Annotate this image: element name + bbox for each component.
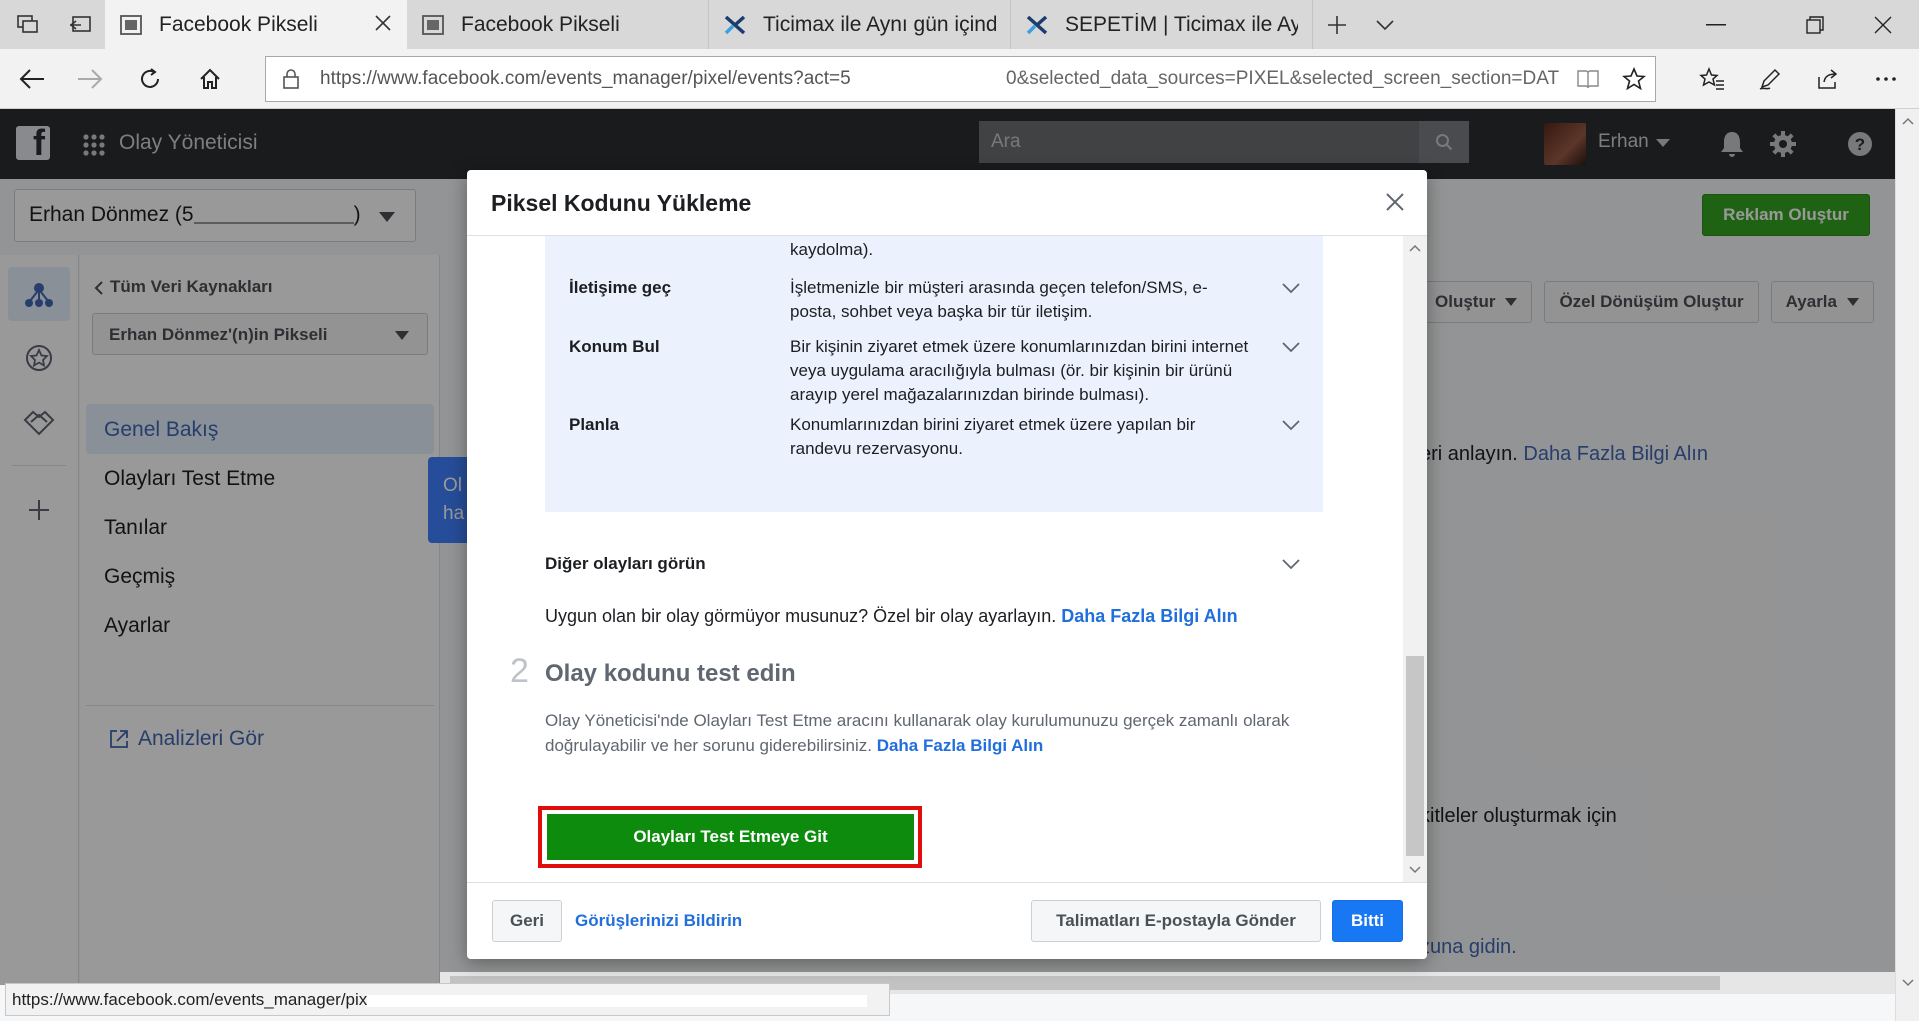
- refresh-icon[interactable]: [130, 59, 170, 99]
- event-name: Konum Bul: [569, 337, 660, 356]
- favorites-hub-icon[interactable]: [1692, 59, 1732, 99]
- chevron-down-icon[interactable]: [1279, 413, 1303, 437]
- chevron-down-icon[interactable]: [1279, 552, 1303, 576]
- step-learn-more-link[interactable]: Daha Fazla Bilgi Alın: [877, 736, 1044, 755]
- scroll-down-icon[interactable]: [1902, 979, 1914, 987]
- back-arrow-icon[interactable]: [12, 59, 52, 99]
- dialog-scrollbar[interactable]: [1403, 236, 1427, 882]
- event-desc: Konumlarınızdan birini ziyaret etmek üze…: [790, 415, 1196, 458]
- tab-list-chevron-icon[interactable]: [1361, 0, 1409, 49]
- event-desc: Bir kişinin ziyaret etmek üzere konumlar…: [790, 337, 1249, 404]
- pixel-install-dialog: Piksel Kodunu Yükleme kaydolma). İletişi…: [467, 170, 1427, 959]
- more-menu-icon[interactable]: [1866, 59, 1906, 99]
- email-instructions-button[interactable]: Talimatları E-postayla Gönder: [1031, 900, 1321, 942]
- page-favicon-icon: [421, 13, 445, 37]
- browser-address-bar: https://www.facebook.com/events_manager/…: [0, 49, 1919, 109]
- new-tab-icon[interactable]: [1313, 0, 1361, 49]
- favorite-star-icon[interactable]: [1622, 67, 1646, 91]
- close-window-icon[interactable]: [1846, 0, 1919, 49]
- redacted-url: [367, 994, 868, 1007]
- pen-notes-icon[interactable]: [1750, 59, 1790, 99]
- lock-icon: [282, 68, 300, 90]
- event-desc: İşletmenizle bir müşteri arasında geçen …: [790, 278, 1208, 321]
- tab-title: Ticimax ile Aynı gün içinde e: [763, 12, 996, 36]
- dialog-footer: Geri Görüşlerinizi Bildirin Talimatları …: [467, 882, 1427, 959]
- home-icon[interactable]: [190, 59, 230, 99]
- event-name: Planla: [569, 415, 620, 434]
- browser-tab-bar: Facebook Pikseli Facebook Pikseli Ticima…: [0, 0, 1919, 49]
- tab-title: Facebook Pikseli: [159, 12, 318, 36]
- status-bar-url: https://www.facebook.com/events_manager/…: [5, 983, 890, 1016]
- done-button[interactable]: Bitti: [1332, 900, 1403, 942]
- scroll-up-icon[interactable]: [1409, 244, 1421, 252]
- forward-arrow-icon[interactable]: [70, 59, 110, 99]
- tab-title: Facebook Pikseli: [461, 12, 620, 36]
- tab-facebook-pikseli-active[interactable]: Facebook Pikseli: [105, 0, 407, 49]
- scroll-down-icon[interactable]: [1409, 866, 1421, 874]
- page-scrollbar[interactable]: [1895, 109, 1919, 1021]
- go-to-test-events-button[interactable]: Olayları Test Etmeye Git: [547, 814, 914, 860]
- url-field[interactable]: https://www.facebook.com/events_manager/…: [265, 56, 1656, 102]
- step-description: Olay Yöneticisi'nde Olayları Test Etme a…: [545, 711, 1290, 755]
- chevron-down-icon[interactable]: [1279, 335, 1303, 359]
- step-title: Olay kodunu test edin: [545, 660, 796, 687]
- tab-title: SEPETİM | Ticimax ile Aynı g: [1065, 12, 1298, 36]
- scroll-up-icon[interactable]: [1902, 117, 1914, 125]
- share-icon[interactable]: [1808, 59, 1848, 99]
- dialog-title: Piksel Kodunu Yükleme: [491, 190, 752, 216]
- partial-event-desc: kaydolma).: [790, 240, 874, 259]
- page-favicon-icon: [119, 13, 143, 37]
- ticimax-favicon-icon: [723, 13, 747, 37]
- scrollbar-thumb[interactable]: [1406, 656, 1424, 856]
- reading-view-icon[interactable]: [1576, 68, 1600, 90]
- ticimax-favicon-icon: [1025, 13, 1049, 37]
- tab-ticimax[interactable]: Ticimax ile Aynı gün içinde e: [709, 0, 1011, 49]
- tab-actions-icon[interactable]: [0, 0, 55, 49]
- minimize-icon[interactable]: [1672, 0, 1760, 49]
- url-text: https://www.facebook.com/events_manager/…: [320, 68, 851, 89]
- events-panel: kaydolma). İletişime geç İşletmenizle bi…: [545, 236, 1323, 512]
- dialog-header: Piksel Kodunu Yükleme: [467, 170, 1427, 236]
- custom-event-text: Uygun olan bir olay görmüyor musunuz? Öz…: [545, 606, 1238, 626]
- step-number: 2: [510, 652, 529, 690]
- dialog-body: kaydolma). İletişime geç İşletmenizle bi…: [467, 236, 1403, 882]
- close-icon[interactable]: [1381, 188, 1409, 216]
- tab-sepetim[interactable]: SEPETİM | Ticimax ile Aynı g: [1011, 0, 1313, 49]
- set-aside-tabs-icon[interactable]: [55, 0, 105, 49]
- custom-event-learn-more-link[interactable]: Daha Fazla Bilgi Alın: [1061, 606, 1237, 626]
- other-events-toggle[interactable]: Diğer olayları görün: [545, 554, 706, 574]
- close-tab-icon[interactable]: [373, 13, 393, 33]
- url-text-tail: 0&selected_data_sources=PIXEL&selected_s…: [1006, 68, 1560, 89]
- feedback-link[interactable]: Görüşlerinizi Bildirin: [575, 911, 742, 931]
- tab-facebook-pikseli[interactable]: Facebook Pikseli: [407, 0, 709, 49]
- event-name: İletişime geç: [569, 278, 672, 297]
- back-button[interactable]: Geri: [492, 900, 562, 942]
- chevron-down-icon[interactable]: [1279, 276, 1303, 300]
